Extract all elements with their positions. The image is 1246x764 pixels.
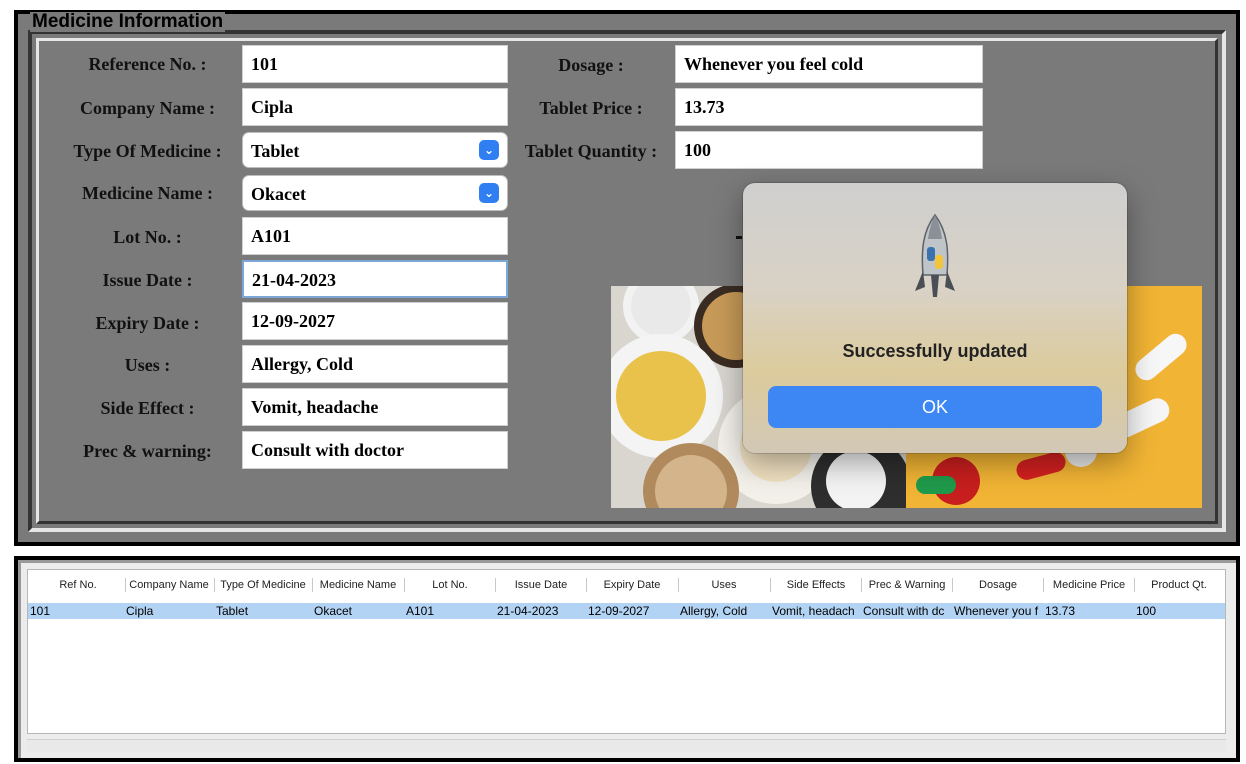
table-cell: Whenever you f (954, 604, 1039, 618)
label-side-effect: Side Effect : (100, 398, 195, 418)
table-cell: Cipla (126, 604, 154, 618)
type-of-medicine-value: Tablet (251, 141, 300, 161)
table-cell: 100 (1136, 604, 1157, 618)
chevron-down-icon[interactable]: ⌄ (479, 183, 499, 203)
label-tablet-price: Tablet Price : (539, 98, 643, 118)
groupbox-legend: Medicine Information (30, 11, 226, 32)
success-dialog: Successfully updated OK (743, 183, 1127, 453)
python-rocket-icon (913, 213, 957, 310)
expiry-date-input[interactable]: 12-09-2027 (242, 302, 508, 340)
table-cell: Tablet (216, 604, 249, 618)
column-header[interactable]: Lot No. (404, 578, 495, 592)
type-of-medicine-select[interactable]: Tablet ⌄ (243, 133, 507, 167)
table-row[interactable]: 101 Cipla Tablet Okacet A101 21-04-2023 … (28, 603, 1225, 619)
label-uses: Uses : (124, 355, 171, 375)
medicine-name-value: Okacet (251, 184, 306, 204)
lot-no-input[interactable]: A101 (242, 217, 508, 255)
table-cell: 12-09-2027 (588, 604, 650, 618)
issue-date-input[interactable]: 21-04-2023 (242, 260, 508, 298)
prec-warning-input[interactable]: Consult with doctor (242, 431, 508, 469)
table-cell: 101 (30, 604, 51, 618)
table-cell: Vomit, headach (772, 604, 855, 618)
table-cell: 21-04-2023 (497, 604, 559, 618)
column-header[interactable]: Type Of Medicine (214, 578, 311, 592)
column-header[interactable]: Issue Date (495, 578, 586, 592)
column-header[interactable]: Medicine Name (312, 578, 403, 592)
label-type-of-medicine: Type Of Medicine : (73, 141, 222, 161)
column-header[interactable]: Medicine Price (1043, 578, 1134, 592)
tablet-quantity-input[interactable]: 100 (675, 131, 983, 169)
medicine-table[interactable]: Ref No. Company Name Type Of Medicine Me… (27, 569, 1226, 734)
medicine-table-frame: Ref No. Company Name Type Of Medicine Me… (14, 556, 1240, 762)
label-lot-no: Lot No. : (113, 227, 182, 247)
label-medicine-name: Medicine Name : (82, 183, 213, 203)
column-header[interactable]: Prec & Warning (861, 578, 952, 592)
label-expiry-date: Expiry Date : (95, 313, 200, 333)
column-header[interactable]: Uses (678, 578, 769, 592)
table-cell: Consult with dc (863, 604, 945, 618)
label-issue-date: Issue Date : (102, 270, 193, 290)
table-cell: A101 (406, 604, 435, 618)
table-cell: 13.73 (1045, 604, 1076, 618)
column-header[interactable]: Dosage (952, 578, 1043, 592)
uses-input[interactable]: Allergy, Cold (242, 345, 508, 383)
company-name-input[interactable]: Cipla (242, 88, 508, 126)
label-dosage: Dosage : (558, 55, 624, 75)
column-header[interactable]: Product Qt. (1134, 578, 1223, 592)
label-prec-warning: Prec & warning: (83, 441, 212, 461)
table-header: Ref No. Company Name Type Of Medicine Me… (28, 578, 1225, 592)
reference-no-input[interactable]: 101 (242, 45, 508, 83)
dosage-input[interactable]: Whenever you feel cold (675, 45, 983, 83)
ok-button[interactable]: OK (768, 386, 1102, 428)
tablet-price-input[interactable]: 13.73 (675, 88, 983, 126)
column-header[interactable]: Company Name (125, 578, 212, 592)
column-header[interactable]: Ref No. (28, 578, 128, 592)
dialog-message: Successfully updated (842, 341, 1028, 361)
column-header[interactable]: Expiry Date (586, 578, 677, 592)
chevron-down-icon[interactable]: ⌄ (479, 140, 499, 160)
medicine-table-panel: Ref No. Company Name Type Of Medicine Me… (18, 560, 1236, 758)
table-cell: Allergy, Cold (680, 604, 748, 618)
side-effect-input[interactable]: Vomit, headache (242, 388, 508, 426)
table-cell: Okacet (314, 604, 353, 618)
hidden-label-fragment (736, 236, 742, 239)
label-company-name: Company Name : (80, 98, 215, 118)
medicine-name-select[interactable]: Okacet ⌄ (243, 176, 507, 210)
python-rocket-icon-graphic (915, 213, 955, 297)
label-reference-no: Reference No. : (88, 54, 207, 74)
column-header[interactable]: Side Effects (770, 578, 861, 592)
horizontal-scrollbar[interactable] (27, 739, 1226, 752)
label-tablet-quantity: Tablet Quantity : (524, 141, 658, 161)
